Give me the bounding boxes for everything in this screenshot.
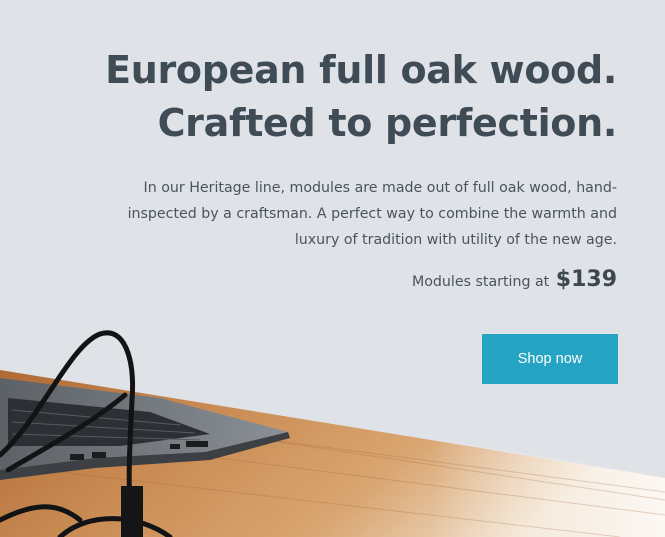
hero-headline: European full oak wood. Crafted to perfe… bbox=[97, 44, 617, 150]
shop-now-button[interactable]: Shop now bbox=[482, 334, 618, 384]
headline-line-1: European full oak wood. bbox=[105, 48, 617, 92]
price-prefix: Modules starting at bbox=[412, 274, 550, 290]
hero-description: In our Heritage line, modules are made o… bbox=[127, 180, 617, 248]
price-value: $139 bbox=[555, 267, 617, 292]
hero-section: European full oak wood. Crafted to perfe… bbox=[0, 0, 665, 537]
headline-line-2: Crafted to perfection. bbox=[157, 101, 618, 145]
hero-content: European full oak wood. Crafted to perfe… bbox=[97, 44, 617, 292]
price-line: Modules starting at $139 bbox=[97, 267, 617, 292]
